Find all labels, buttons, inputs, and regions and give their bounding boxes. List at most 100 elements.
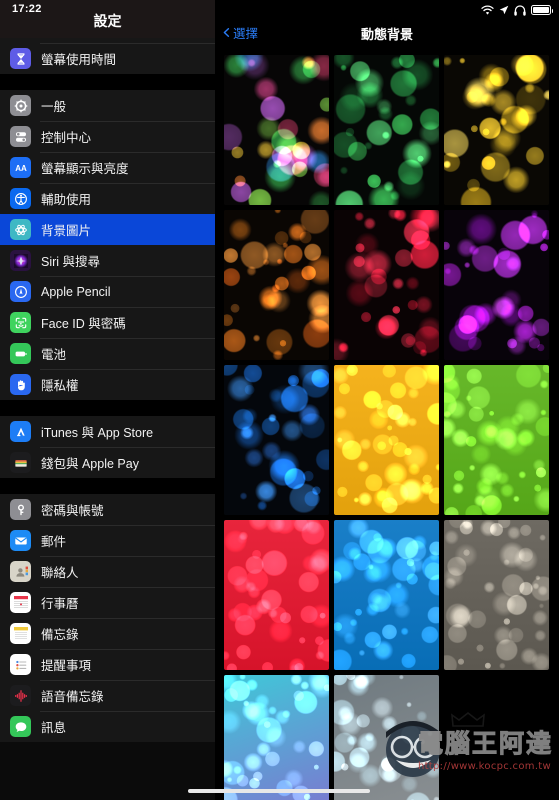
sidebar-item-郵件[interactable]: 郵件	[0, 525, 215, 556]
sidebar-item-備忘錄[interactable]: 備忘錄	[0, 618, 215, 649]
wallpaper-thumbnail-green-bokeh-dark[interactable]	[334, 55, 439, 205]
sidebar-scroll-list[interactable]: 音效勿擾模式螢幕使用時間 一般控制中心AA螢幕顯示與亮度輔助使用 背景圖片 Si…	[0, 0, 215, 742]
sidebar-group-divider	[0, 74, 215, 90]
sidebar-item-螢幕使用時間[interactable]: 螢幕使用時間	[0, 43, 215, 74]
settings-sidebar: 音效勿擾模式螢幕使用時間 一般控制中心AA螢幕顯示與亮度輔助使用 背景圖片 Si…	[0, 0, 215, 800]
wallpaper-preview-canvas	[334, 55, 439, 205]
sidebar-item-itunes-與-app-store[interactable]: iTunes 與 App Store	[0, 416, 215, 447]
sidebar-item-label: 郵件	[41, 535, 67, 549]
wallpaper-thumbnail-yellow-bokeh-light[interactable]	[334, 365, 439, 515]
sidebar-item-label: iTunes 與 App Store	[41, 426, 154, 440]
sidebar-item-label: 隱私權	[41, 379, 79, 393]
contacts-icon	[10, 561, 31, 582]
sidebar-item-face-id-與密碼[interactable]: Face ID 與密碼	[0, 307, 215, 338]
face-id-icon	[10, 312, 31, 333]
sidebar-group: 密碼與帳號郵件 聯絡人 行事曆 備忘錄 提醒事項 語音備忘錄訊息	[0, 494, 215, 742]
wallpaper-thumbnail-purple-cyan-gradient[interactable]	[224, 675, 329, 800]
accessibility-icon	[10, 188, 31, 209]
wallpaper-preview-canvas	[444, 520, 549, 670]
wallpaper-thumbnail-blue-bokeh-light[interactable]	[334, 520, 439, 670]
sidebar-item-label: Siri 與搜尋	[41, 255, 101, 269]
calendar-icon	[10, 592, 31, 613]
control-center-icon	[10, 126, 31, 147]
privacy-hand-icon	[10, 374, 31, 395]
home-indicator[interactable]	[188, 789, 370, 793]
sidebar-item-密碼與帳號[interactable]: 密碼與帳號	[0, 494, 215, 525]
sidebar-item-label: 電池	[41, 348, 67, 362]
sidebar-group: 一般控制中心 AA 螢幕顯示與亮度 輔助使用 背景圖片 Siri 與搜尋 Apple P…	[0, 90, 215, 400]
sidebar-item-label: Face ID 與密碼	[41, 317, 126, 331]
svg-text:AA: AA	[15, 164, 27, 173]
wallpaper-thumbnail-purple-bokeh-dark[interactable]	[444, 210, 549, 360]
sidebar-item-行事曆[interactable]: 行事曆	[0, 587, 215, 618]
wallpaper-thumbnail-green-bokeh-light[interactable]	[444, 365, 549, 515]
ipad-settings-screen: 音效勿擾模式螢幕使用時間 一般控制中心AA螢幕顯示與亮度輔助使用 背景圖片 Si…	[0, 0, 559, 800]
wallpaper-thumbnail-gold-bokeh-dark[interactable]	[444, 55, 549, 205]
wallpaper-preview-canvas	[444, 210, 549, 360]
sidebar-item-label: 背景圖片	[41, 224, 92, 238]
sidebar-item-siri-與搜尋[interactable]: Siri 與搜尋	[0, 245, 215, 276]
display-brightness-icon: AA	[10, 157, 31, 178]
sidebar-item-語音備忘錄[interactable]: 語音備忘錄	[0, 680, 215, 711]
apple-pencil-icon	[10, 281, 31, 302]
wallpaper-preview-canvas	[224, 675, 329, 800]
sidebar-item-label: 錢包與 Apple Pay	[41, 457, 139, 471]
wallpaper-thumbnail-gray-teal-bokeh[interactable]	[334, 675, 439, 800]
sidebar-item-聯絡人[interactable]: 聯絡人	[0, 556, 215, 587]
sidebar-item-label: 螢幕顯示與亮度	[41, 162, 129, 176]
sidebar-item-輔助使用[interactable]: 輔助使用	[0, 183, 215, 214]
sidebar-item-label: 語音備忘錄	[41, 690, 104, 704]
sidebar-item-label: 密碼與帳號	[41, 504, 104, 518]
sidebar-item-label: 提醒事項	[41, 659, 92, 673]
wallpaper-thumbnail-blue-bokeh-dark[interactable]	[224, 365, 329, 515]
sidebar-item-label: 控制中心	[41, 131, 92, 145]
sidebar-group-divider	[0, 400, 215, 416]
sidebar-group-divider	[0, 478, 215, 494]
notes-icon	[10, 623, 31, 644]
screen-time-icon	[10, 48, 31, 69]
wallpaper-thumbnail-multicolor-bokeh-dark[interactable]	[224, 55, 329, 205]
sidebar-item-訊息[interactable]: 訊息	[0, 711, 215, 742]
sidebar-item-label: 一般	[41, 100, 67, 114]
gear-icon	[10, 95, 31, 116]
page-title: 設定	[93, 13, 122, 29]
sidebar-item-提醒事項[interactable]: 提醒事項	[0, 649, 215, 680]
messages-icon	[10, 716, 31, 737]
wallpaper-preview-canvas	[444, 55, 549, 205]
wallpaper-thumbnail-red-bokeh-dark[interactable]	[334, 210, 439, 360]
sidebar-item-label: 輔助使用	[41, 193, 92, 207]
sidebar-item-apple-pencil[interactable]: Apple Pencil	[0, 276, 215, 307]
sidebar-item-一般[interactable]: 一般	[0, 90, 215, 121]
wallpaper-preview-canvas	[334, 210, 439, 360]
wallpaper-preview-canvas	[334, 675, 439, 800]
voice-memos-icon	[10, 685, 31, 706]
wallpaper-pane: 選擇 動態背景	[215, 0, 559, 800]
navigation-bar: 選擇 動態背景	[215, 0, 559, 48]
wallpaper-preview-canvas	[444, 365, 549, 515]
battery-settings-icon	[10, 343, 31, 364]
sidebar-item-錢包與-apple-pay[interactable]: 錢包與 Apple Pay	[0, 447, 215, 478]
sidebar-item-label: 行事曆	[41, 597, 79, 611]
sidebar-item-螢幕顯示與亮度[interactable]: AA 螢幕顯示與亮度	[0, 152, 215, 183]
mail-icon	[10, 530, 31, 551]
wallpaper-thumbnail-gray-bokeh-light[interactable]	[444, 520, 549, 670]
wallpaper-grid[interactable]	[224, 55, 559, 800]
sidebar-item-背景圖片[interactable]: 背景圖片	[0, 214, 215, 245]
wallpaper-preview-canvas	[224, 210, 329, 360]
sidebar-item-隱私權[interactable]: 隱私權	[0, 369, 215, 400]
wallpaper-title: 動態背景	[360, 27, 413, 42]
wallpaper-thumbnail-red-bokeh-light[interactable]	[224, 520, 329, 670]
sidebar-titlebar: 設定	[0, 0, 215, 38]
sidebar-item-label: 聯絡人	[41, 566, 79, 580]
sidebar-group: iTunes 與 App Store 錢包與 Apple Pay	[0, 416, 215, 478]
reminders-icon	[10, 654, 31, 675]
wallpaper-preview-canvas	[334, 520, 439, 670]
wallpaper-thumbnail-orange-bokeh-dark[interactable]	[224, 210, 329, 360]
sidebar-item-電池[interactable]: 電池	[0, 338, 215, 369]
sidebar-item-label: 備忘錄	[41, 628, 79, 642]
passwords-key-icon	[10, 499, 31, 520]
sidebar-item-label: Apple Pencil	[41, 284, 111, 299]
wallpaper-preview-canvas	[224, 55, 329, 205]
wallpaper-preview-canvas	[334, 365, 439, 515]
sidebar-item-控制中心[interactable]: 控制中心	[0, 121, 215, 152]
